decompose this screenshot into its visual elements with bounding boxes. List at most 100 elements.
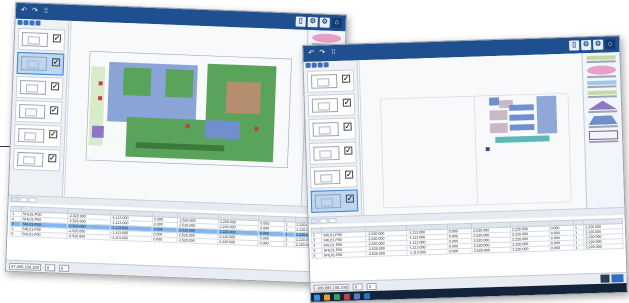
page-thumbnail[interactable]: ✓ xyxy=(309,141,357,165)
tab-other[interactable] xyxy=(28,197,37,203)
property-panel: 1 SHL01-P00 -2,520.000 -1,113.000 0.000 2,520… xyxy=(308,207,627,293)
table-cell: 2,220.000 xyxy=(217,239,259,246)
page-thumbnail[interactable]: ✓ xyxy=(15,75,64,100)
grid-icon[interactable]: ⁞⁞ xyxy=(42,8,50,16)
trash-icon[interactable] xyxy=(323,62,329,68)
app-icon[interactable] xyxy=(363,292,371,299)
gear-icon[interactable]: ⚙ xyxy=(307,16,318,28)
value-field[interactable]: 0 xyxy=(44,263,56,271)
table-cell: 5 xyxy=(9,231,21,237)
check-icon[interactable]: ✓ xyxy=(344,146,353,155)
floor-plan-preview xyxy=(314,193,342,209)
check-icon[interactable]: ✓ xyxy=(344,170,354,179)
floor-plan-preview xyxy=(17,127,45,143)
check-icon[interactable]: ✓ xyxy=(342,98,351,107)
trash-icon[interactable] xyxy=(35,20,41,26)
page-thumbnail[interactable]: ✓ xyxy=(17,27,66,52)
tab-parts[interactable] xyxy=(319,218,328,224)
check-icon[interactable]: ✓ xyxy=(341,74,351,83)
triangle-shape-icon[interactable] xyxy=(588,100,617,110)
undo-icon[interactable]: ↶ xyxy=(20,7,28,15)
table-cell: -2,520.000 xyxy=(366,250,408,257)
settings-icon[interactable]: ⚙ xyxy=(593,39,604,50)
bracket-shape-icon[interactable] xyxy=(588,130,619,141)
table-cell: SHL01-P00 xyxy=(322,251,367,259)
table-cell: 2,520.000 xyxy=(177,237,218,245)
ellipse-shape-icon[interactable] xyxy=(586,65,617,76)
table-cell: 0.000 xyxy=(151,236,178,243)
page-sidebar: ✓ ✓ ✓ ✓ ✓ ✓ xyxy=(8,18,70,197)
floor-plan-preview xyxy=(310,73,338,89)
check-icon[interactable]: ✓ xyxy=(343,122,352,131)
table-cell: 2,220.000 xyxy=(510,245,550,253)
check-icon[interactable]: ✓ xyxy=(345,194,354,203)
app-icon[interactable] xyxy=(333,293,341,300)
shape-label xyxy=(589,140,619,144)
drawing-canvas[interactable] xyxy=(63,20,308,206)
start-icon[interactable] xyxy=(313,294,321,301)
coordinate-field[interactable]: 47,000,100,100 xyxy=(9,262,42,271)
tab-other[interactable] xyxy=(328,218,337,224)
table-cell: 5 xyxy=(312,253,323,259)
check-icon[interactable]: ✓ xyxy=(48,154,57,163)
value-field[interactable]: 0 xyxy=(352,282,364,291)
table-cell: 1 xyxy=(283,241,295,248)
folder-icon[interactable] xyxy=(317,62,323,68)
page-thumbnail[interactable]: ✓ xyxy=(306,69,355,93)
check-icon[interactable]: ✓ xyxy=(52,34,62,43)
trapezoid-shape-icon[interactable] xyxy=(588,115,617,125)
ok-button[interactable] xyxy=(611,274,624,283)
window-icon[interactable]: ▯ xyxy=(569,40,580,51)
sidebar-toolbar xyxy=(304,60,357,69)
redo-icon[interactable]: ↷ xyxy=(31,7,39,15)
folder-icon[interactable] xyxy=(29,20,35,26)
tab-layout[interactable] xyxy=(10,196,19,203)
coordinate-field[interactable]: -100,000,100,100 xyxy=(313,283,350,292)
value-field[interactable]: 0 xyxy=(366,282,378,290)
search-icon[interactable] xyxy=(17,19,23,26)
page-thumbnail[interactable]: ✓ xyxy=(13,123,62,148)
undo-icon[interactable]: ↶ xyxy=(307,50,315,58)
folder-icon[interactable] xyxy=(323,293,331,300)
floor-plan-drawing xyxy=(85,50,292,169)
home-icon[interactable]: ⌂ xyxy=(605,39,616,50)
floor-plan-preview xyxy=(19,79,47,95)
pencil-icon[interactable] xyxy=(311,62,317,68)
shape-palette xyxy=(581,52,625,218)
check-icon[interactable]: ✓ xyxy=(50,82,60,91)
value-field[interactable]: 0 xyxy=(58,264,70,272)
floor-plan-preview xyxy=(20,55,48,71)
check-icon[interactable]: ✓ xyxy=(50,106,59,115)
page-thumbnail-selected[interactable]: ✓ xyxy=(16,51,65,76)
check-icon[interactable]: ✓ xyxy=(49,130,58,139)
app-icon[interactable] xyxy=(353,292,361,300)
drawing-canvas[interactable] xyxy=(358,53,587,225)
redo-icon[interactable]: ↷ xyxy=(318,49,326,57)
table-cell: 0.000 xyxy=(549,245,575,251)
tab-layout[interactable] xyxy=(310,218,319,224)
page-thumbnail-selected[interactable]: ✓ xyxy=(310,189,359,213)
shape-label xyxy=(588,125,618,129)
app-icon[interactable] xyxy=(343,293,351,300)
settings-icon[interactable]: ⚙ xyxy=(319,17,330,28)
tab-parts[interactable] xyxy=(19,197,28,203)
page-thumbnail[interactable]: ✓ xyxy=(12,147,61,172)
print-button[interactable] xyxy=(600,274,610,283)
page-thumbnail[interactable]: ✓ xyxy=(307,93,356,117)
app-window-back: ↶ ↷ ⁞⁞ ▯ ⚙ ⚙ ⌂ ✓ ✓ ✓ ✓ ✓ ✓ 1 SHL01-P00 -… xyxy=(4,1,348,285)
table-cell: -1,113.000 xyxy=(407,249,448,256)
table-cell: 2,520.000 xyxy=(472,247,512,254)
pencil-icon[interactable] xyxy=(23,20,29,26)
grid-icon[interactable]: ⁞⁞ xyxy=(329,49,337,57)
table-cell: 0.000 xyxy=(257,240,284,247)
ellipse-shape-icon[interactable] xyxy=(311,33,342,44)
check-icon[interactable]: ✓ xyxy=(51,58,61,67)
gear-icon[interactable]: ⚙ xyxy=(581,39,592,51)
window-icon[interactable]: ▯ xyxy=(295,16,306,27)
search-icon[interactable] xyxy=(305,62,311,68)
table-cell: 0.000 xyxy=(447,248,473,255)
page-thumbnail[interactable]: ✓ xyxy=(308,117,357,141)
page-thumbnail[interactable]: ✓ xyxy=(14,99,63,124)
page-thumbnail[interactable]: ✓ xyxy=(309,165,358,189)
home-icon[interactable]: ⌂ xyxy=(331,17,342,29)
